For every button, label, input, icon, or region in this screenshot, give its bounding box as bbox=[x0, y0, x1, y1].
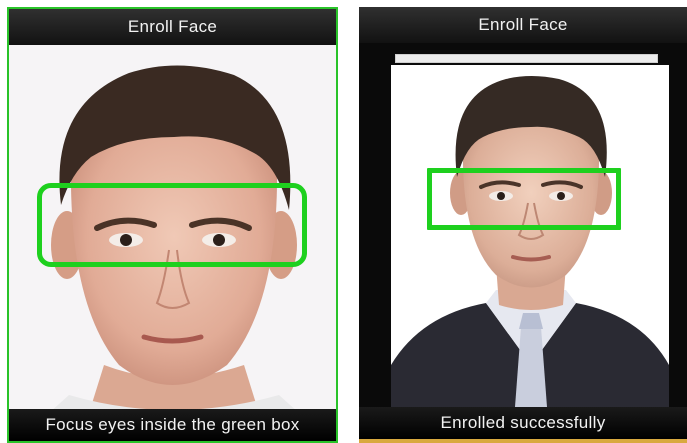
status-message: Focus eyes inside the green box bbox=[45, 415, 300, 434]
screen-title-bar: Enroll Face bbox=[359, 7, 687, 43]
bottom-accent-strip bbox=[359, 439, 687, 443]
enroll-face-screen-right: Enroll Face Enrolled successfully bbox=[359, 7, 687, 443]
status-message: Enrolled successfully bbox=[440, 413, 606, 432]
eye-guide-box bbox=[427, 168, 621, 230]
status-bar: Focus eyes inside the green box bbox=[9, 409, 336, 441]
captured-photo bbox=[391, 65, 669, 407]
screen-title-bar: Enroll Face bbox=[9, 9, 336, 45]
screen-title: Enroll Face bbox=[478, 15, 568, 34]
status-bar: Enrolled successfully bbox=[359, 407, 687, 439]
screen-title: Enroll Face bbox=[127, 17, 218, 36]
enroll-face-screen-left: Enroll Face Focus eyes inside the green … bbox=[7, 7, 338, 443]
face-image bbox=[391, 65, 669, 407]
preview-top-strip bbox=[395, 54, 658, 63]
eye-guide-box bbox=[37, 183, 307, 267]
